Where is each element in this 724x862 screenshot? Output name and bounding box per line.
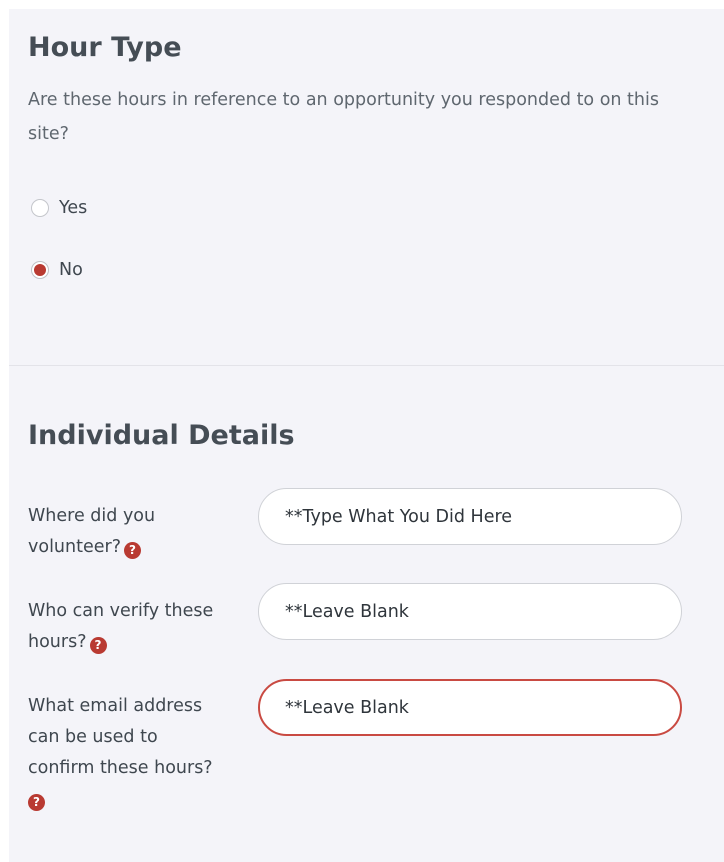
radio-option-yes[interactable]: Yes <box>31 196 87 220</box>
form-panel: Hour Type Are these hours in reference t… <box>9 9 724 862</box>
radio-yes-circle[interactable] <box>31 199 49 217</box>
hour-type-title: Hour Type <box>28 32 182 63</box>
verify-hours-label: Who can verify these hours?? <box>28 601 214 654</box>
where-volunteer-input[interactable] <box>258 488 682 545</box>
radio-yes-label: Yes <box>59 198 88 218</box>
hour-type-question: Are these hours in reference to an oppor… <box>28 90 659 144</box>
confirm-email-input[interactable] <box>258 679 682 736</box>
question-circle-icon[interactable]: ? <box>28 794 45 811</box>
where-volunteer-label: Where did you volunteer?? <box>28 506 156 559</box>
radio-option-no[interactable]: No <box>31 258 83 282</box>
verify-hours-input[interactable] <box>258 583 682 640</box>
individual-details-title: Individual Details <box>28 420 295 451</box>
section-divider <box>9 365 724 366</box>
radio-no-circle[interactable] <box>31 261 49 279</box>
question-circle-icon[interactable]: ? <box>124 542 141 559</box>
page: Hour Type Are these hours in reference t… <box>0 0 724 862</box>
radio-selected-dot <box>34 264 46 276</box>
radio-no-label: No <box>59 260 83 280</box>
confirm-email-label: What email address can be used to confirm … <box>28 696 213 811</box>
question-circle-icon[interactable]: ? <box>89 637 107 654</box>
